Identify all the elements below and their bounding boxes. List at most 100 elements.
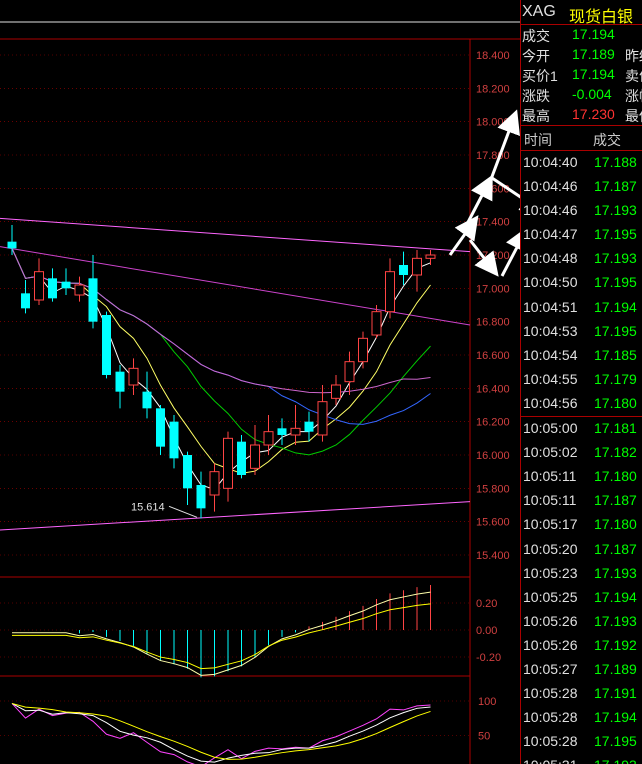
tick-time: 10:05:11 <box>523 468 577 485</box>
ma-purple <box>11 248 431 394</box>
tick-price: 17.179 <box>594 370 637 387</box>
quote-row: 最高 17.230 最低 <box>521 105 642 125</box>
tick-price: 17.194 <box>594 588 637 605</box>
tick-row[interactable]: 10:05:11 17.180 <box>521 465 642 489</box>
candle-body <box>34 271 44 301</box>
quote-row: 今开 17.189 昨结 <box>521 45 642 65</box>
price-tick-label: 18.400 <box>476 50 510 62</box>
tick-row[interactable]: 10:05:23 17.193 <box>521 562 642 586</box>
quote-sidebar: XAG 现货白银 成交 17.194 今开 17.189 昨结买价1 17.194 卖价涨跌… <box>520 0 642 764</box>
tick-row[interactable]: 10:04:54 17.185 <box>521 344 642 368</box>
tick-row[interactable]: 10:04:46 17.193 <box>521 199 642 223</box>
quote-extra-label: 卖价 <box>625 68 642 84</box>
candle-body <box>304 421 314 432</box>
tick-row[interactable]: 10:05:28 17.195 <box>521 730 642 754</box>
tick-price: 17.188 <box>594 154 637 170</box>
tick-row[interactable]: 10:05:17 17.180 <box>521 513 642 537</box>
quote-label: 成交 <box>522 28 550 44</box>
candlestick-chart[interactable]: 18.40018.20018.00017.80017.60017.40017.2… <box>0 0 520 764</box>
tick-price: 17.182 <box>594 444 637 461</box>
tick-row[interactable]: 10:04:55 17.179 <box>521 368 642 392</box>
tick-row[interactable]: 10:04:53 17.195 <box>521 320 642 344</box>
price-tick-label: 16.400 <box>476 383 510 395</box>
ticks-header: 时间 成交 <box>521 125 642 151</box>
quote-label: 涨跌 <box>522 88 550 104</box>
tick-time: 10:04:54 <box>523 346 578 363</box>
tick-row[interactable]: 10:04:40 17.188 <box>521 151 642 175</box>
quote-panel: 成交 17.194 今开 17.189 昨结买价1 17.194 卖价涨跌 -0.004 涨幅最… <box>521 25 642 125</box>
price-tick-label: 18.000 <box>476 117 510 129</box>
tick-row[interactable]: 10:05:28 17.194 <box>521 706 642 730</box>
kdj-tick-label: 100 <box>478 696 496 708</box>
quote-extra-label: 昨结 <box>625 48 642 64</box>
price-tick-label: 16.000 <box>476 450 510 462</box>
quote-extra-label: 最低 <box>625 108 642 124</box>
tick-row[interactable]: 10:05:27 17.189 <box>521 658 642 682</box>
candle-body <box>128 367 139 386</box>
tick-time: 10:05:28 <box>523 733 578 750</box>
quote-value: 17.194 <box>572 66 615 82</box>
candle-body <box>237 441 246 475</box>
candle-body <box>385 271 395 313</box>
candle-body <box>156 408 165 447</box>
tick-row[interactable]: 10:04:46 17.187 <box>521 175 642 199</box>
tick-row[interactable]: 10:04:51 17.194 <box>521 296 642 320</box>
quote-extra-label: 涨幅 <box>625 88 642 104</box>
quote-label: 买价1 <box>522 68 558 84</box>
candle-body <box>358 337 368 363</box>
tick-price: 17.193 <box>594 612 637 629</box>
kdj-d <box>11 702 431 760</box>
macd-dif <box>12 591 431 676</box>
tick-time: 10:05:00 <box>523 420 578 437</box>
tick-time: 10:04:50 <box>523 274 578 291</box>
tick-row[interactable]: 10:05:02 17.182 <box>521 441 642 465</box>
quote-row: 成交 17.194 <box>521 25 642 45</box>
candle-body <box>344 361 355 383</box>
tick-price: 17.187 <box>594 178 637 195</box>
low-price-label: 15.614 <box>131 501 165 513</box>
price-tick-label: 17.000 <box>476 283 510 295</box>
tick-price: 17.195 <box>594 322 637 339</box>
tick-row[interactable]: 10:04:48 17.193 <box>521 247 642 271</box>
tick-price: 17.180 <box>594 468 637 485</box>
price-column-header: 成交 <box>593 132 621 148</box>
tick-row[interactable]: 10:04:56 17.180 <box>521 392 642 416</box>
macd-dea <box>12 603 431 670</box>
tick-price: 17.193 <box>594 564 637 581</box>
price-axis: 18.40018.20018.00017.80017.60017.40017.2… <box>476 50 510 562</box>
tick-row[interactable]: 10:04:47 17.195 <box>521 223 642 247</box>
tick-price: 17.187 <box>594 492 637 509</box>
candle-body <box>74 284 85 296</box>
tick-row[interactable]: 10:04:50 17.195 <box>521 271 642 295</box>
tick-row[interactable]: 10:05:28 17.191 <box>521 682 642 706</box>
tick-time: 10:05:20 <box>523 540 578 557</box>
candle-body <box>425 254 436 259</box>
tick-row[interactable]: 10:05:20 17.187 <box>521 538 642 562</box>
tick-row[interactable]: 10:05:26 17.193 <box>521 610 642 634</box>
tick-row[interactable]: 10:05:31 17.193 <box>521 754 642 764</box>
candle-body <box>61 281 71 289</box>
tick-time: 10:04:55 <box>523 370 578 387</box>
tick-price: 17.195 <box>594 733 637 750</box>
tick-price: 17.193 <box>594 202 637 219</box>
candle-body <box>317 401 328 436</box>
quote-value: 17.189 <box>572 46 615 62</box>
candle-body <box>88 278 98 322</box>
kdj-panel: 100 50 <box>0 696 496 764</box>
tick-time: 10:05:02 <box>523 444 578 461</box>
tick-row[interactable]: 10:05:25 17.194 <box>521 586 642 610</box>
trend-line <box>0 501 471 531</box>
symbol-name: 现货白银 <box>569 9 634 26</box>
tick-row[interactable]: 10:05:00 17.181 <box>521 416 642 441</box>
candle-body <box>331 384 341 399</box>
quote-header: XAG 现货白银 <box>521 0 642 26</box>
tick-price: 17.189 <box>594 660 637 677</box>
tick-time: 10:05:25 <box>523 588 578 605</box>
tick-time: 10:05:31 <box>523 757 578 764</box>
kdj-tick-label: 50 <box>478 731 490 743</box>
tick-time: 10:04:46 <box>523 178 578 195</box>
tick-row[interactable]: 10:05:26 17.192 <box>521 634 642 658</box>
candle-body <box>169 421 179 459</box>
tick-row[interactable]: 10:05:11 17.187 <box>521 489 642 513</box>
tick-list[interactable]: 10:04:40 17.188 10:04:46 17.187 10:04:46 17.1… <box>521 151 642 764</box>
